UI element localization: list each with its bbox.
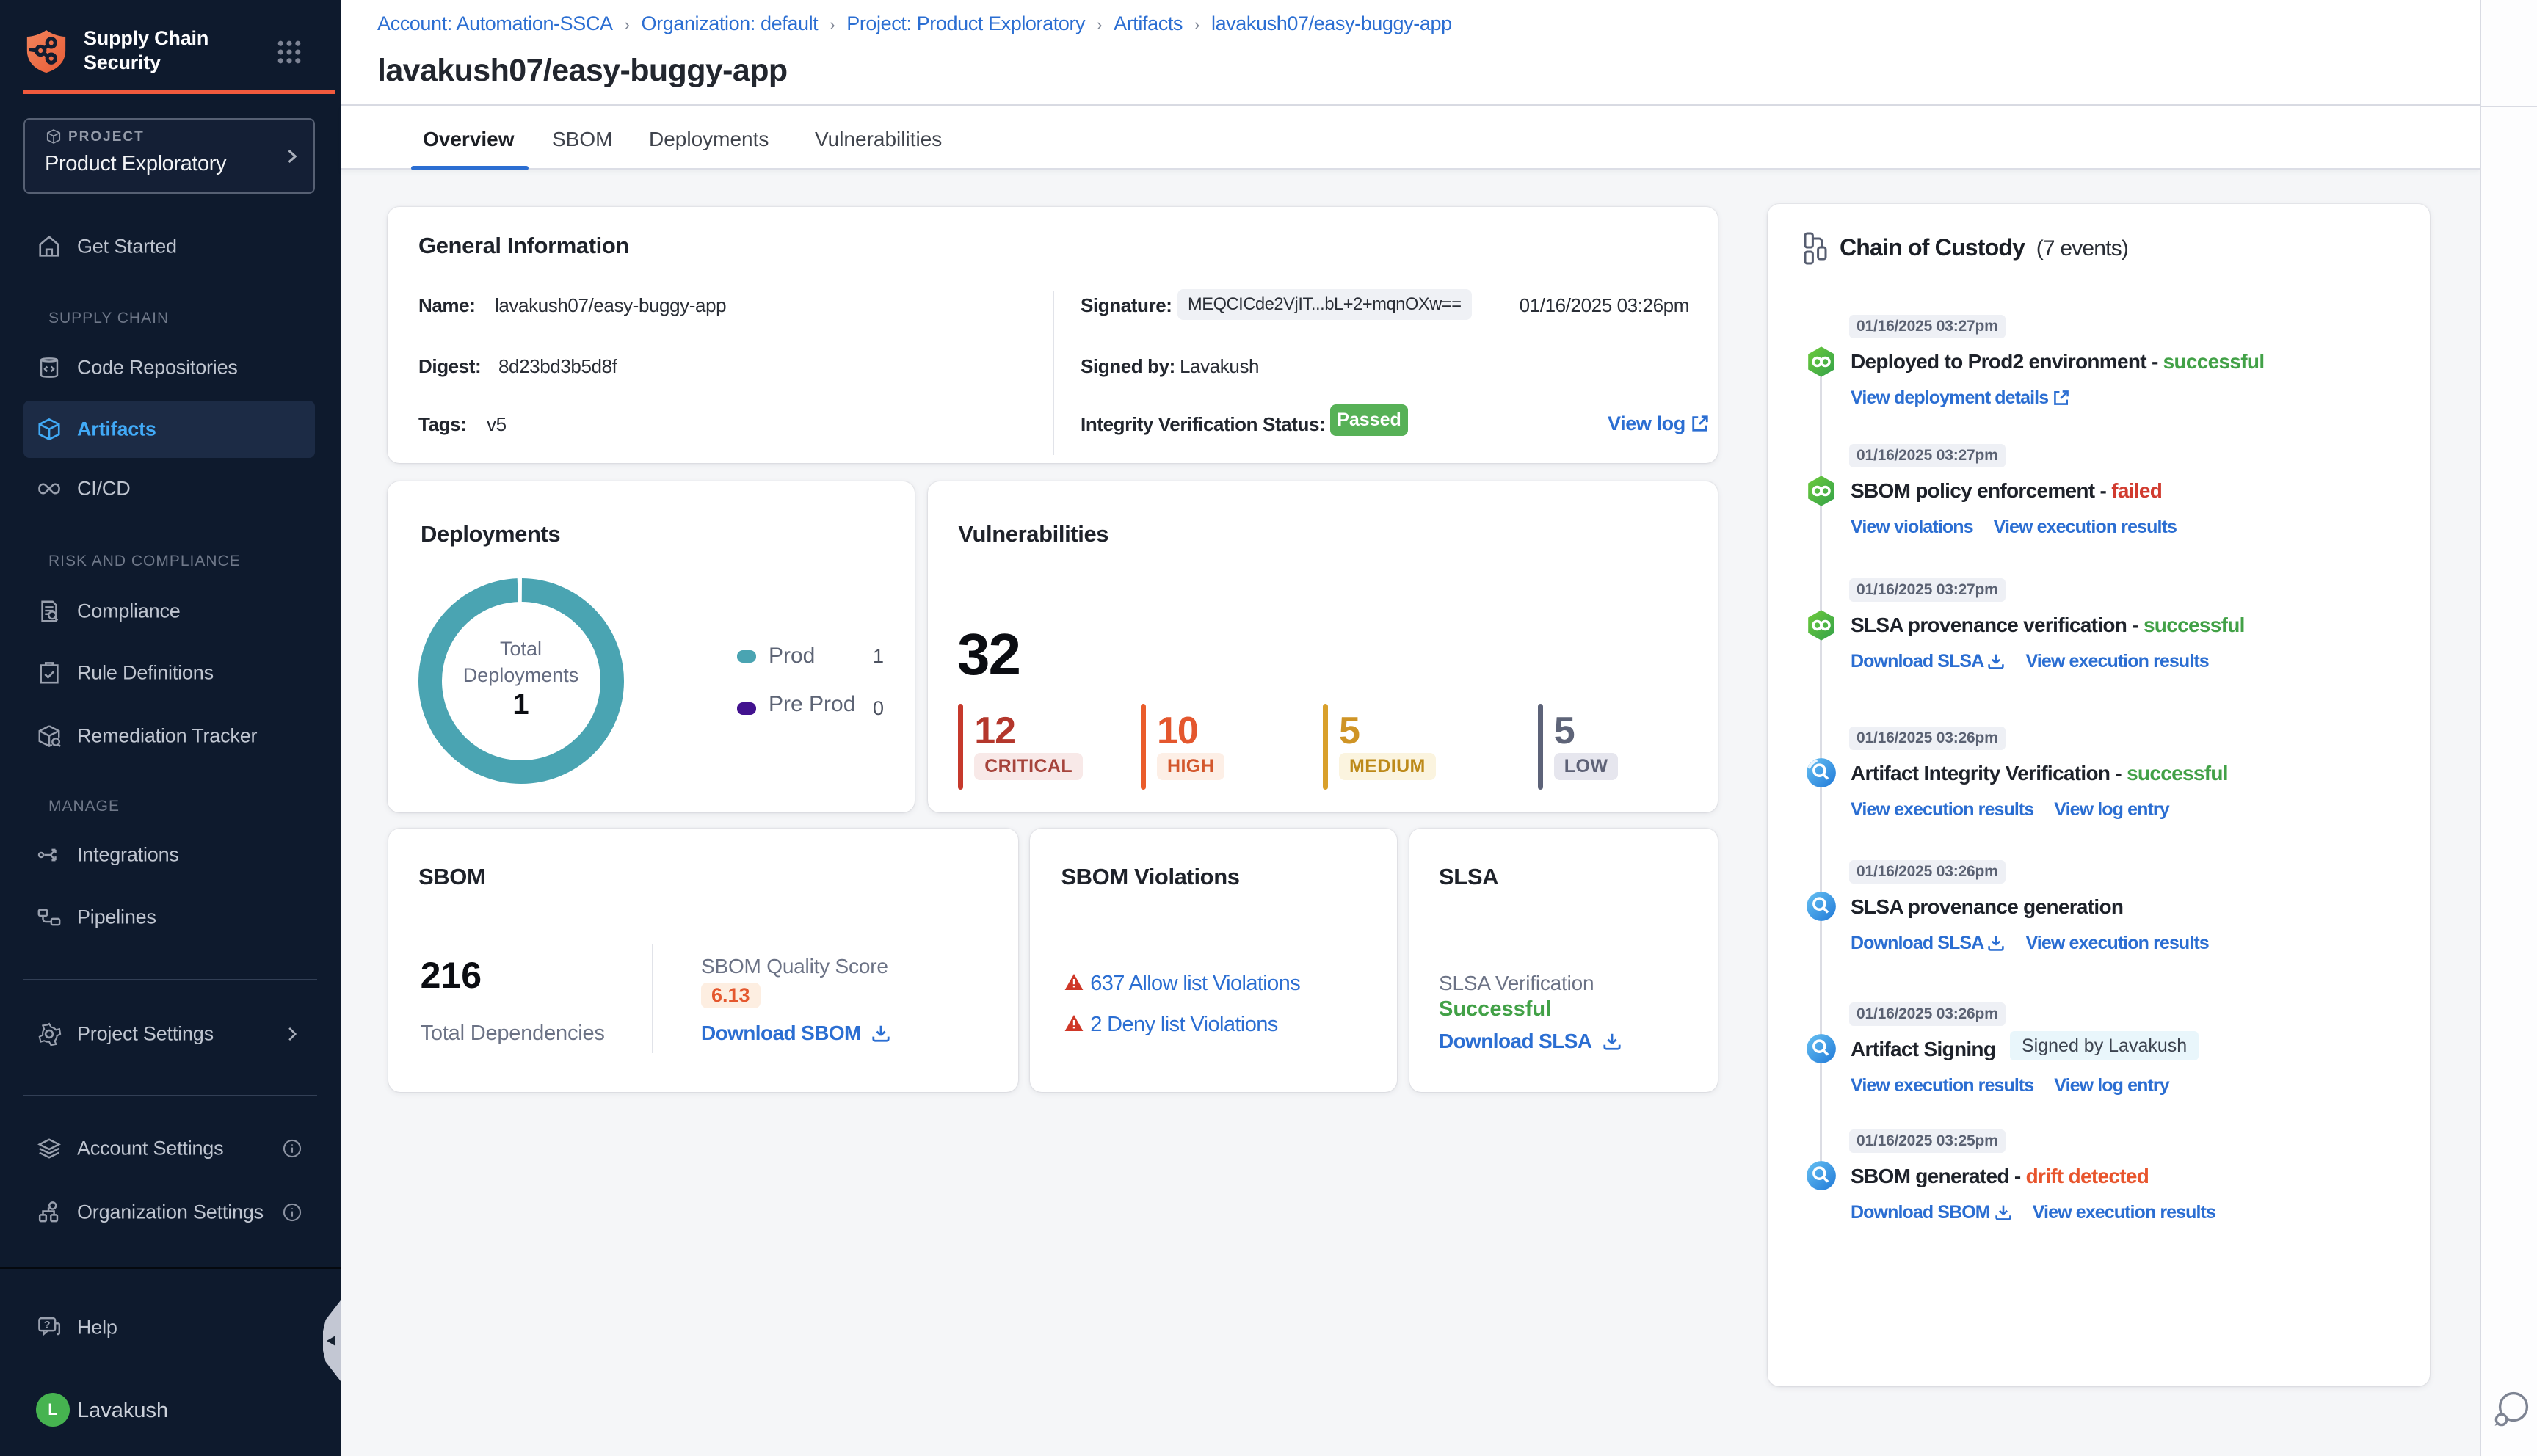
svg-text:?: ?: [44, 1319, 51, 1331]
